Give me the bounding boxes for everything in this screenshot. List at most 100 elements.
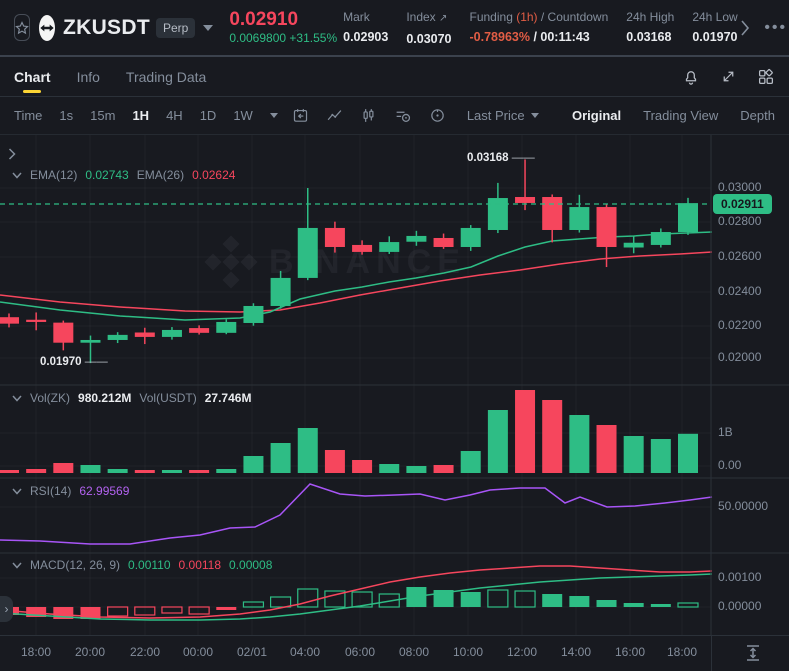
time-axis-label: 22:00 [129, 645, 161, 659]
time-axis-label: 02/01 [236, 645, 268, 659]
chevron-down-icon [530, 113, 539, 118]
macd-indicator-row: MACD(12, 26, 9) 0.00110 0.00118 0.00008 [12, 558, 272, 572]
macd-pane-handle[interactable]: › [0, 596, 13, 622]
futures-trading-app: ZKUSDT Perp 0.02910 0.0069800 +31.55% Ma… [0, 0, 789, 671]
stat-24h-high: 24h High 0.03168 [626, 9, 674, 44]
price-block: 0.02910 0.0069800 +31.55% [229, 9, 337, 46]
stat-label: Funding (1h) / Countdown [469, 10, 609, 24]
chart-style-button[interactable] [326, 107, 343, 124]
chart-settings-button[interactable] [429, 107, 446, 124]
view-depth[interactable]: Depth [740, 108, 775, 123]
indicators-icon [396, 111, 410, 122]
stat-value: 0.03168 [626, 30, 672, 44]
stat-index[interactable]: Index ↗ 0.03070 [406, 9, 451, 46]
view-tradingview[interactable]: Trading View [643, 108, 718, 123]
chevron-down-icon [12, 172, 22, 179]
ema12-value: 0.02743 [85, 168, 129, 182]
candles-layer [0, 159, 698, 364]
view-original[interactable]: Original [572, 108, 621, 123]
tab-trading-data[interactable]: Trading Data [126, 58, 206, 96]
price-change: 0.0069800 +31.55% [229, 31, 337, 46]
time-axis-label: 08:00 [398, 645, 430, 659]
chevron-down-icon [12, 395, 22, 402]
price-axis-label: 0.02600 [718, 249, 762, 263]
time-axis-label: 04:00 [289, 645, 321, 659]
collapse-indicator-button[interactable] [12, 562, 22, 569]
stat-label: 24h High [626, 10, 675, 24]
stat-funding: Funding (1h) / Countdown -0.78963% / 00:… [470, 9, 609, 44]
vol-zk-label: Vol(ZK) [30, 391, 71, 405]
tab-chart[interactable]: Chart [14, 58, 51, 96]
chart-toolbar: Time 1s 15m 1H 4H 1D 1W Last Price Origi… [0, 97, 789, 135]
tab-info[interactable]: Info [77, 58, 100, 96]
chart-tabbar: Chart Info Trading Data [0, 57, 789, 97]
line-chart-icon [327, 110, 342, 121]
tabbar-icons [682, 68, 775, 86]
symbol-selector[interactable]: ZKUSDT Perp [63, 16, 214, 40]
macd-hist-value: 0.00008 [229, 558, 273, 572]
vol-zk-value: 980.212M [78, 391, 132, 405]
rsi-label: RSI(14) [30, 484, 72, 498]
stat-value: 0.01970 [692, 30, 738, 44]
interval-settings-button[interactable] [292, 107, 309, 124]
ema-indicator-row: EMA(12) 0.02743 EMA(26) 0.02624 [12, 168, 235, 182]
auto-fit-scale-button[interactable] [745, 644, 761, 667]
stat-mark: Mark 0.02903 [343, 9, 388, 44]
stat-label: Mark [343, 10, 370, 24]
interval-time[interactable]: Time [14, 108, 42, 123]
interval-15m[interactable]: 15m [90, 108, 115, 123]
interval-1w[interactable]: 1W [233, 108, 253, 123]
chevron-down-icon [12, 488, 22, 495]
symbol-header: ZKUSDT Perp 0.02910 0.0069800 +31.55% Ma… [0, 0, 789, 57]
chevron-down-icon [12, 562, 22, 569]
rsi-indicator-row: RSI(14) 62.99569 [12, 484, 129, 498]
indicators-button[interactable] [394, 107, 412, 125]
external-link-icon: ↗ [439, 13, 448, 24]
price-source-dropdown[interactable]: Last Price [467, 108, 539, 123]
rsi-axis-label: 50.00000 [718, 499, 769, 513]
bell-icon[interactable] [682, 68, 700, 86]
change-pct: +31.55% [289, 31, 338, 45]
fullscreen-icon[interactable] [720, 68, 737, 85]
pane-expander-button[interactable] [8, 147, 16, 165]
time-axis[interactable]: 18:00 20:00 22:00 00:00 02/01 04:00 06:00 08:00… [0, 635, 789, 671]
stat-label: 24h Low [692, 10, 738, 24]
low-price-label: 0.01970 —— [40, 356, 108, 368]
last-price-axis-pill: 0.02911 [713, 194, 772, 214]
contract-type-badge: Perp [155, 17, 196, 38]
rsi-value: 62.99569 [79, 484, 130, 498]
layout-grid-icon[interactable] [757, 68, 775, 86]
candle-style-button[interactable] [360, 107, 377, 124]
chart-area: BINANCE EMA(12) 0.02743 EMA(26) 0.02624 … [0, 135, 789, 635]
ema26-label: EMA(26) [136, 168, 185, 182]
collapse-indicator-button[interactable] [12, 395, 22, 402]
volume-axis-label: 1B [718, 425, 733, 439]
macd-dea-value: 0.00118 [178, 558, 222, 572]
macd-layer [0, 565, 713, 621]
stat-label: Index ↗ [406, 10, 448, 24]
time-axis-label: 12:00 [506, 645, 538, 659]
calendar-interval-icon [293, 109, 307, 122]
price-axis-label: 0.02400 [718, 284, 762, 298]
interval-1h[interactable]: 1H [132, 108, 149, 123]
star-icon [15, 20, 29, 34]
interval-1s[interactable]: 1s [59, 108, 73, 123]
chart-view-switch: Original Trading View Depth [572, 108, 775, 123]
interval-4h[interactable]: 4H [166, 108, 183, 123]
favorite-star-button[interactable] [14, 14, 30, 41]
header-stats: Mark 0.02903 Index ↗ 0.03070 Funding (1h… [343, 9, 740, 46]
macd-axis-label: 0.00000 [718, 599, 762, 613]
expand-stats-button[interactable] [740, 19, 750, 37]
price-axis-label: 0.02800 [718, 214, 762, 228]
vol-usdt-label: Vol(USDT) [139, 391, 197, 405]
price-axis-label: 0.02200 [718, 318, 762, 332]
interval-dropdown-caret[interactable] [269, 113, 278, 118]
collapse-indicator-button[interactable] [12, 488, 22, 495]
more-options-button[interactable]: ••• [764, 19, 787, 37]
high-price-label: 0.03168 —— [467, 152, 535, 164]
stat-value: 0.03070 [406, 32, 452, 46]
stat-value: 0.02903 [343, 30, 389, 44]
interval-1d[interactable]: 1D [200, 108, 217, 123]
time-axis-label: 06:00 [344, 645, 376, 659]
collapse-indicator-button[interactable] [12, 172, 22, 179]
